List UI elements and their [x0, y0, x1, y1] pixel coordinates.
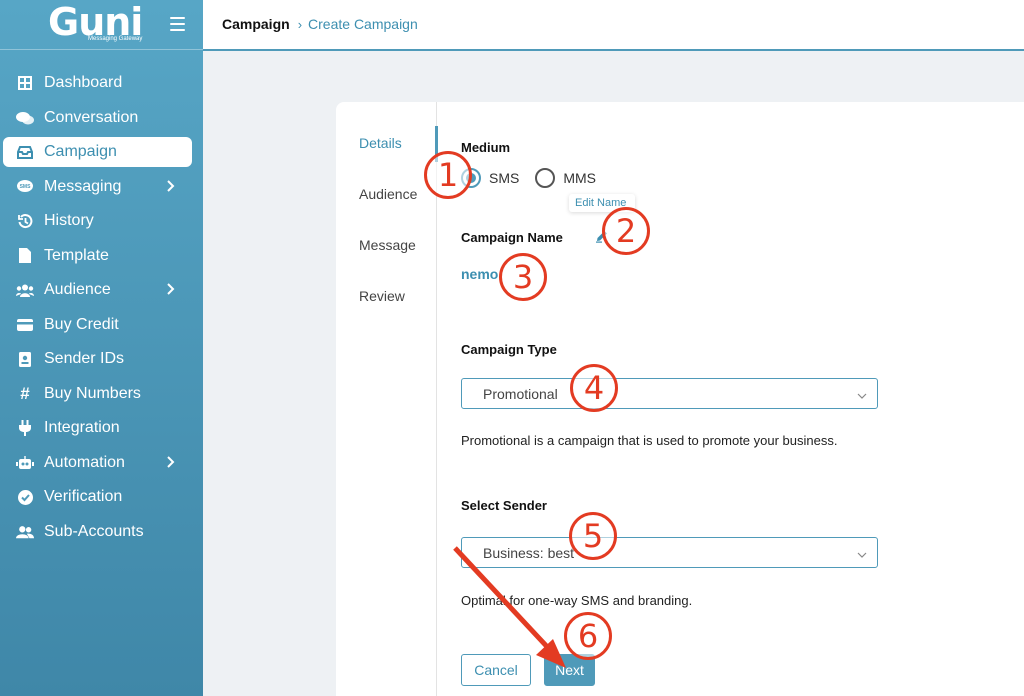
mms-radio[interactable]: [535, 168, 556, 188]
sidebar-item-campaign[interactable]: Campaign: [3, 137, 192, 167]
annotation-marker-3: 3: [499, 253, 547, 301]
campaign-type-label: Campaign Type: [461, 342, 557, 357]
credit-card-icon: [16, 316, 34, 334]
sidebar-item-label: Automation: [44, 453, 125, 471]
inbox-icon: [16, 143, 34, 161]
campaign-type-value: Promotional: [483, 385, 558, 402]
file-icon: [16, 247, 34, 265]
sidebar-item-label: Conversation: [44, 108, 139, 126]
step-details[interactable]: Details: [359, 135, 402, 151]
sidebar-item-audience[interactable]: Audience: [0, 273, 203, 308]
top-header: Campaign › Create Campaign: [203, 0, 1024, 51]
medium-radio-group: SMS MMS: [461, 168, 596, 188]
sidebar-item-label: Audience: [44, 281, 111, 299]
logo-subtitle: Messaging Gateway: [88, 36, 143, 42]
menu-toggle-icon[interactable]: [170, 17, 185, 31]
step-nav: Details Audience Message Review: [336, 102, 438, 696]
robot-icon: [16, 454, 34, 472]
chevron-right-icon: [167, 455, 175, 471]
chevron-down-icon: [857, 388, 867, 399]
sidebar-item-label: Dashboard: [44, 74, 123, 92]
sidebar-item-label: Buy Credit: [44, 315, 119, 333]
sidebar-item-label: Sender IDs: [44, 350, 125, 368]
chevron-right-icon: [167, 179, 175, 195]
sidebar-item-label: Verification: [44, 488, 123, 506]
annotation-marker-2: 2: [602, 207, 650, 255]
select-sender-label: Select Sender: [461, 498, 547, 513]
sender-select[interactable]: Business: best: [461, 537, 878, 568]
sidebar-item-messaging[interactable]: SMS Messaging: [0, 170, 203, 205]
sidebar-item-label: Sub-Accounts: [44, 522, 144, 540]
sidebar-item-verification[interactable]: Verification: [0, 480, 203, 515]
sidebar-item-history[interactable]: History: [0, 204, 203, 239]
sidebar-item-integration[interactable]: Integration: [0, 411, 203, 446]
sidebar-item-dashboard[interactable]: Dashboard: [0, 66, 203, 101]
sender-help: Optimal for one-way SMS and branding.: [461, 593, 693, 608]
hashtag-icon: #: [20, 383, 30, 403]
plug-icon: [16, 419, 34, 437]
chevron-down-icon: [857, 547, 867, 558]
sidebar-item-buy-credit[interactable]: Buy Credit: [0, 308, 203, 343]
step-message[interactable]: Message: [359, 237, 416, 253]
breadcrumb: Campaign › Create Campaign: [222, 16, 418, 32]
sms-radio-label[interactable]: SMS: [489, 170, 519, 186]
campaign-name-value: nemo: [461, 266, 499, 282]
sidebar-item-label: Template: [44, 246, 109, 264]
sidebar-item-label: Messaging: [44, 177, 122, 195]
dashboard-icon: [16, 74, 34, 92]
check-circle-icon: [16, 488, 34, 506]
campaign-type-select[interactable]: Promotional: [461, 378, 878, 409]
sidebar-item-label: History: [44, 212, 94, 230]
history-icon: [16, 212, 34, 230]
logo-area: Guni Messaging Gateway: [0, 0, 203, 50]
step-audience[interactable]: Audience: [359, 186, 417, 202]
annotation-marker-6: 6: [564, 612, 612, 660]
sidebar-item-label: Buy Numbers: [44, 384, 141, 402]
svg-text:SMS: SMS: [20, 184, 32, 190]
campaign-type-help: Promotional is a campaign that is used t…: [461, 433, 838, 448]
sidebar-item-automation[interactable]: Automation: [0, 446, 203, 481]
sidebar: Guni Messaging Gateway Dashboard Convers…: [0, 0, 203, 696]
sms-icon: SMS: [16, 178, 34, 196]
campaign-name-label: Campaign Name: [461, 230, 563, 245]
sidebar-item-label: Integration: [44, 419, 120, 437]
sidebar-item-buy-numbers[interactable]: # Buy Numbers: [0, 377, 203, 412]
medium-label: Medium: [461, 140, 511, 155]
users-icon: [16, 281, 34, 299]
annotation-marker-1: 1: [424, 151, 472, 199]
cancel-button[interactable]: Cancel: [461, 654, 531, 686]
sender-value: Business: best: [483, 544, 575, 561]
breadcrumb-current: Create Campaign: [308, 16, 418, 32]
mms-radio-label[interactable]: MMS: [563, 170, 596, 186]
sidebar-nav: Dashboard Conversation Campaign SMS Mess…: [0, 66, 203, 549]
chat-icon: [16, 109, 34, 127]
sidebar-item-conversation[interactable]: Conversation: [0, 101, 203, 136]
breadcrumb-root[interactable]: Campaign: [222, 16, 290, 32]
sidebar-item-sub-accounts[interactable]: Sub-Accounts: [0, 515, 203, 550]
sidebar-item-template[interactable]: Template: [0, 239, 203, 274]
sidebar-item-label: Campaign: [44, 143, 117, 160]
user-group-icon: [16, 523, 34, 541]
sidebar-item-sender-ids[interactable]: Sender IDs: [0, 342, 203, 377]
chevron-right-icon: [167, 282, 175, 298]
breadcrumb-separator-icon: ›: [297, 16, 303, 32]
annotation-marker-5: 5: [569, 512, 617, 560]
id-badge-icon: [16, 350, 34, 368]
step-review[interactable]: Review: [359, 288, 405, 304]
annotation-marker-4: 4: [570, 364, 618, 412]
